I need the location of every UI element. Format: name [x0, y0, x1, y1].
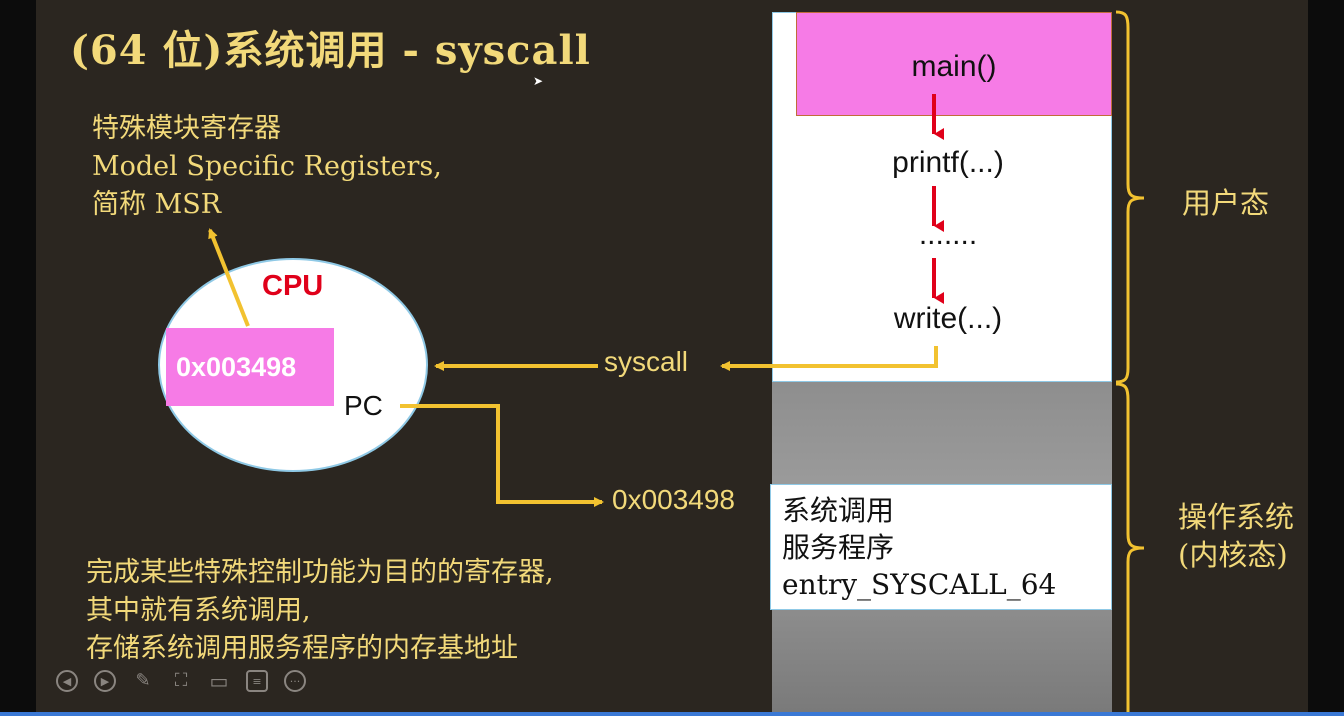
next-icon[interactable]: ▶ — [94, 670, 116, 692]
more-icon[interactable]: ··· — [284, 670, 306, 692]
diagram-arrows — [208, 10, 1145, 712]
msr-pointer-arrow — [208, 228, 250, 327]
presentation-toolbar: ◀ ▶ ✎ ⛶ ▭ ≡ ··· — [56, 670, 306, 696]
kernel-mode-brace — [1115, 382, 1145, 712]
subtitle-icon[interactable]: ≡ — [246, 670, 268, 692]
pc-to-address-arrow — [400, 404, 604, 507]
camera-icon[interactable]: ▭ — [208, 670, 230, 692]
window-bottom-bar — [0, 712, 1344, 716]
pen-icon[interactable]: ✎ — [132, 670, 154, 692]
write-to-syscall-arrow — [720, 346, 938, 371]
user-mode-brace — [1115, 10, 1145, 384]
focus-icon[interactable]: ⛶ — [170, 670, 192, 692]
prev-icon[interactable]: ◀ — [56, 670, 78, 692]
slide-canvas: (64 位)系统调用 - syscall ➤ 特殊模块寄存器 Model Spe… — [36, 0, 1308, 712]
